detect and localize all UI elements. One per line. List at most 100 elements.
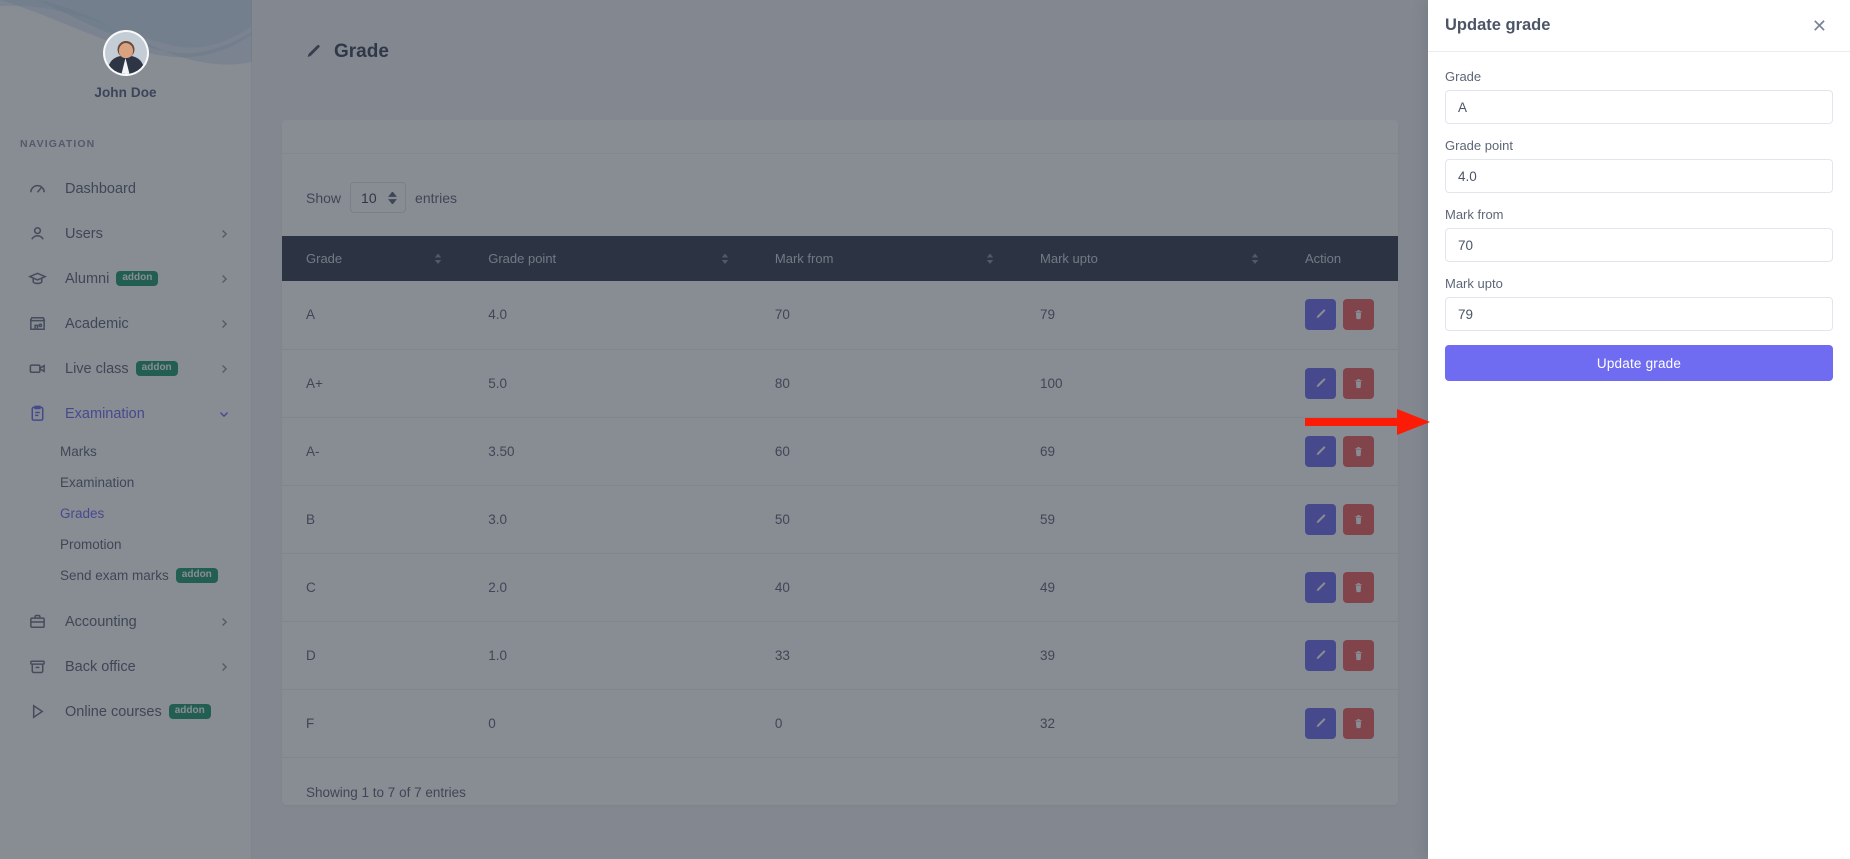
delete-row-button[interactable] xyxy=(1343,367,1374,399)
column-header-grade-point[interactable]: Grade point xyxy=(464,236,751,281)
grade-point-cell: 1.0 xyxy=(464,621,751,690)
drawer-title: Update grade xyxy=(1445,16,1551,34)
edit-row-button[interactable] xyxy=(1305,367,1336,399)
user-icon xyxy=(26,225,48,243)
grade-input[interactable] xyxy=(1445,90,1833,124)
sidebar-item-users[interactable]: Users xyxy=(0,211,251,256)
table-row: F 0 0 32 xyxy=(282,689,1398,758)
table-header-row: Grade Grade point Mark from Mark upto Ac… xyxy=(282,236,1398,281)
sidebar-subitem-label: Grades xyxy=(60,506,105,521)
field-group-grade-point: Grade point xyxy=(1445,138,1833,207)
mark-upto-cell: 69 xyxy=(1016,417,1281,486)
column-header-grade[interactable]: Grade xyxy=(282,236,465,281)
sort-icon xyxy=(1251,253,1259,264)
edit-row-button[interactable] xyxy=(1305,707,1336,739)
addon-badge: addon xyxy=(168,704,211,719)
edit-row-button[interactable] xyxy=(1305,299,1336,331)
table-row: A 4.0 70 79 xyxy=(282,281,1398,350)
main-content: Grade Show 10 entries Grade Grade point … xyxy=(252,0,1428,859)
card-toolbar xyxy=(282,120,1398,154)
store-icon xyxy=(26,315,48,333)
page-length-value: 10 xyxy=(361,189,377,206)
mark-from-cell: 50 xyxy=(750,485,1017,554)
grade-point-input[interactable] xyxy=(1445,159,1833,193)
mark-from-cell: 40 xyxy=(750,553,1017,622)
action-cell xyxy=(1281,417,1398,486)
grade-cell: B xyxy=(282,485,465,554)
sidebar-item-accounting[interactable]: Accounting xyxy=(0,599,251,644)
sidebar-item-academic[interactable]: Academic xyxy=(0,301,251,346)
briefcase-icon xyxy=(26,613,48,631)
sidebar-subitem-label: Send exam marks xyxy=(60,568,169,583)
grade-point-cell: 3.50 xyxy=(464,417,751,486)
action-cell xyxy=(1281,281,1398,350)
sidebar-subitem-promotion[interactable]: Promotion xyxy=(0,529,251,560)
mark-upto-input[interactable] xyxy=(1445,297,1833,331)
sidebar-item-online-courses[interactable]: Online courses addon xyxy=(0,689,251,734)
chevron-down-icon xyxy=(217,407,231,421)
action-cell xyxy=(1281,689,1398,758)
delete-row-button[interactable] xyxy=(1343,639,1374,671)
delete-row-button[interactable] xyxy=(1343,503,1374,535)
pencil-icon xyxy=(304,43,322,61)
update-grade-button[interactable]: Update grade xyxy=(1445,345,1833,381)
show-label: Show xyxy=(306,189,342,206)
grade-point-cell: 5.0 xyxy=(464,349,751,418)
table-head: Grade Grade point Mark from Mark upto Ac… xyxy=(282,236,1398,281)
row-actions xyxy=(1305,639,1374,671)
sidebar-item-back-office[interactable]: Back office xyxy=(0,644,251,689)
page-length-select[interactable]: 10 xyxy=(350,182,407,213)
sidebar-item-label: Users xyxy=(65,225,103,242)
table-body: A 4.0 70 79 A+ 5.0 80 100 A- 3.50 60 69 B 3.0 50 59 C 2.0… xyxy=(282,281,1398,758)
table-row: D 1.0 33 39 xyxy=(282,621,1398,690)
action-cell xyxy=(1281,553,1398,622)
column-label: Action xyxy=(1305,251,1342,266)
drawer-body: Grade Grade point Mark from Mark upto Up… xyxy=(1428,52,1850,381)
page-title: Grade xyxy=(334,40,389,62)
sidebar-item-alumni[interactable]: Alumni addon xyxy=(0,256,251,301)
delete-row-button[interactable] xyxy=(1343,571,1374,603)
row-actions xyxy=(1305,367,1374,399)
delete-row-button[interactable] xyxy=(1343,435,1374,467)
sidebar-item-label: Online courses xyxy=(65,703,162,720)
sort-icon xyxy=(721,253,729,264)
grade-cell: F xyxy=(282,689,465,758)
edit-row-button[interactable] xyxy=(1305,639,1336,671)
field-group-mark-from: Mark from xyxy=(1445,207,1833,276)
stepper-icon xyxy=(388,191,397,204)
nav-section-heading: NAVIGATION xyxy=(20,138,96,150)
grade-point-cell: 4.0 xyxy=(464,281,751,350)
sidebar-subitem-examination[interactable]: Examination xyxy=(0,467,251,498)
app-background: John Doe NAVIGATION Dashboard Users Alum… xyxy=(0,0,1428,859)
sidebar-subitem-marks[interactable]: Marks xyxy=(0,436,251,467)
close-icon[interactable]: ✕ xyxy=(1810,13,1829,39)
delete-row-button[interactable] xyxy=(1343,707,1374,739)
mark-from-cell: 80 xyxy=(750,349,1017,418)
column-header-mark-from[interactable]: Mark from xyxy=(750,236,1017,281)
sidebar-item-examination[interactable]: Examination xyxy=(0,391,251,436)
addon-badge: addon xyxy=(116,271,159,286)
sidebar-item-live-class[interactable]: Live class addon xyxy=(0,346,251,391)
sidebar-subitem-send-exam-marks[interactable]: Send exam marks addon xyxy=(0,560,251,591)
column-label: Mark upto xyxy=(1040,251,1098,266)
sidebar-subitem-grades[interactable]: Grades xyxy=(0,498,251,529)
datatable-length-control: Show 10 entries xyxy=(282,154,1398,213)
sidebar-item-dashboard[interactable]: Dashboard xyxy=(0,166,251,211)
column-header-action: Action xyxy=(1281,236,1398,281)
grade-point-cell: 2.0 xyxy=(464,553,751,622)
datatable-info: Showing 1 to 7 of 7 entries xyxy=(306,784,466,800)
mark-upto-cell: 100 xyxy=(1016,349,1281,418)
mark-upto-cell: 79 xyxy=(1016,281,1281,350)
graduation-icon xyxy=(26,270,48,288)
mark-from-cell: 33 xyxy=(750,621,1017,690)
column-header-mark-upto[interactable]: Mark upto xyxy=(1016,236,1281,281)
action-cell xyxy=(1281,621,1398,690)
addon-badge: addon xyxy=(175,568,218,583)
edit-row-button[interactable] xyxy=(1305,435,1336,467)
edit-row-button[interactable] xyxy=(1305,571,1336,603)
edit-row-button[interactable] xyxy=(1305,503,1336,535)
mark-from-label: Mark from xyxy=(1445,207,1504,222)
delete-row-button[interactable] xyxy=(1343,299,1374,331)
column-label: Grade point xyxy=(488,251,557,266)
mark-from-input[interactable] xyxy=(1445,228,1833,262)
